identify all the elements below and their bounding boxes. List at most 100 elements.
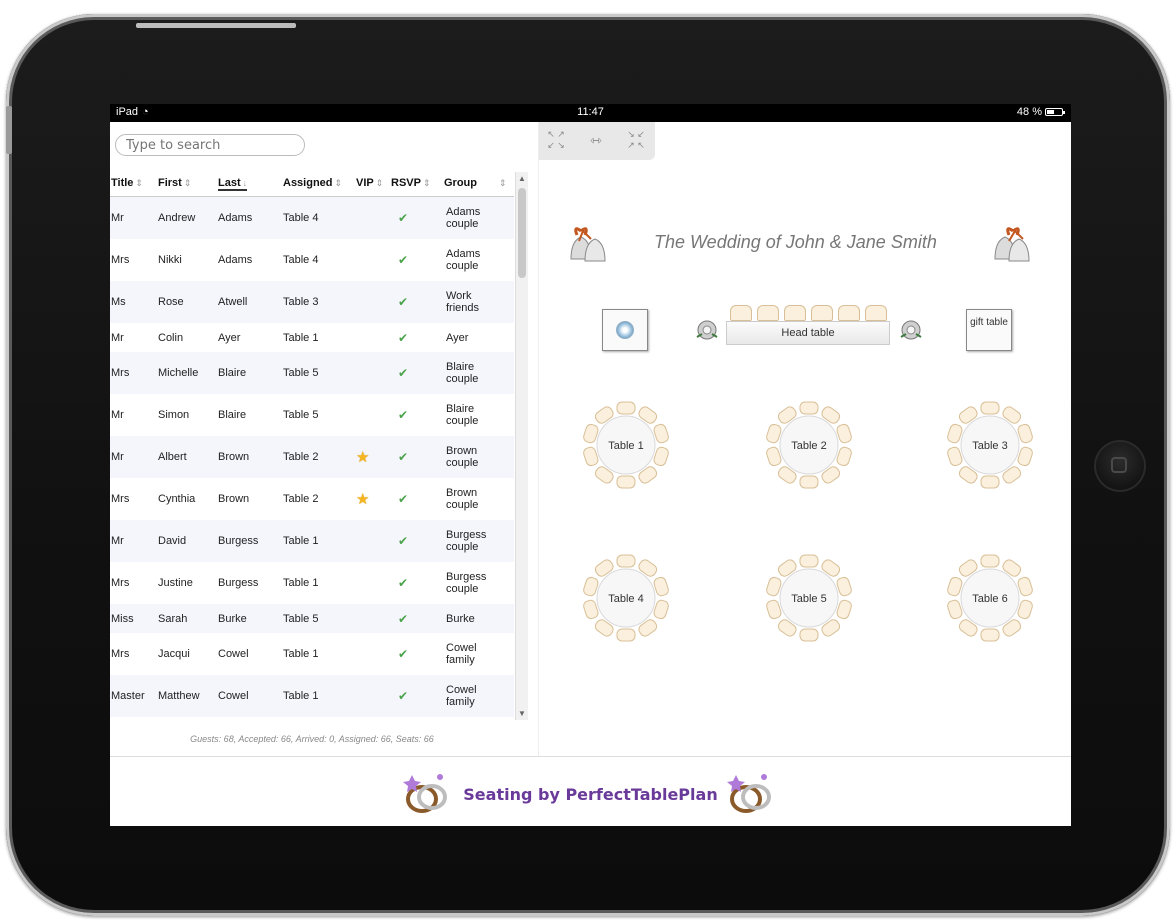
cell-assigned: Table 5 (283, 367, 319, 379)
seat[interactable] (836, 423, 853, 444)
seat[interactable] (616, 628, 636, 642)
table-row[interactable]: Mr Simon Blaire Table 5 ✔ Blaire couple (110, 394, 514, 436)
cell-last: Ayer (218, 331, 241, 344)
seat[interactable] (946, 423, 963, 444)
seat[interactable] (980, 401, 1000, 415)
table-row[interactable]: Mr David Burgess Table 1 ✔ Burgess couple (110, 520, 514, 562)
seat[interactable] (946, 599, 963, 620)
seat[interactable] (836, 446, 853, 467)
seat[interactable] (765, 423, 782, 444)
table-row[interactable]: Mr Colin Ayer Table 1 ✔ Ayer (110, 323, 514, 352)
column-rsvp[interactable]: RSVP ⇕ (391, 177, 431, 189)
round-table[interactable]: Table 6 (942, 550, 1038, 646)
column-assigned[interactable]: Assigned ⇕ (283, 177, 342, 189)
seat[interactable] (980, 554, 1000, 568)
scroll-down-icon[interactable]: ▼ (518, 709, 526, 718)
gift-table[interactable]: gift table (966, 309, 1012, 351)
seat[interactable] (653, 423, 670, 444)
seat[interactable] (653, 599, 670, 620)
round-table[interactable]: Table 3 (942, 397, 1038, 493)
seat[interactable] (765, 576, 782, 597)
seat[interactable] (616, 554, 636, 568)
seat[interactable] (1017, 576, 1034, 597)
table-row[interactable]: Mr Andrew Adams Table 4 ✔ Adams couple (110, 197, 514, 239)
seat[interactable] (582, 599, 599, 620)
cell-last: Cowel (218, 648, 249, 660)
seat[interactable] (653, 446, 670, 467)
seat[interactable] (582, 576, 599, 597)
seat[interactable] (836, 576, 853, 597)
seat[interactable] (582, 423, 599, 444)
seat[interactable] (799, 554, 819, 568)
column-group[interactable]: Group ⇕ (444, 177, 507, 189)
seat[interactable] (811, 305, 833, 321)
seat[interactable] (980, 628, 1000, 642)
seat[interactable] (653, 576, 670, 597)
seat[interactable] (765, 599, 782, 620)
table-row[interactable]: Mrs Michelle Blaire Table 5 ✔ Blaire couple (110, 352, 514, 394)
round-table[interactable]: Table 1 (578, 397, 674, 493)
column-first[interactable]: First ⇕ (158, 177, 191, 189)
cell-group: Brown couple (446, 445, 479, 469)
table-row[interactable]: Mrs Jacqui Cowel Table 1 ✔ Cowel family (110, 633, 514, 675)
seat[interactable] (946, 446, 963, 467)
seat[interactable] (616, 401, 636, 415)
round-table[interactable]: Table 4 (578, 550, 674, 646)
scroll-thumb[interactable] (518, 188, 526, 278)
table-row[interactable]: Mrs Nikki Adams Table 4 ✔ Adams couple (110, 239, 514, 281)
rsvp-check-icon: ✔ (398, 253, 409, 267)
rsvp-check-icon: ✔ (398, 295, 409, 309)
cell-assigned: Table 1 (283, 535, 319, 547)
split-view-icon[interactable]: ⇿ (583, 129, 609, 153)
round-table[interactable]: Table 2 (761, 397, 857, 493)
seat[interactable] (836, 599, 853, 620)
wedding-bells-icon (570, 227, 606, 262)
cell-assigned: Table 1 (283, 331, 319, 344)
table-row[interactable]: Mr Albert Brown Table 2 ★ ✔ Brown couple (110, 436, 514, 478)
column-last[interactable]: Last ↓ (218, 177, 248, 191)
seat[interactable] (799, 628, 819, 642)
column-title[interactable]: Title ⇕ (111, 177, 143, 189)
cell-last: Adams (218, 212, 253, 224)
scrollbar[interactable]: ▲ ▼ (515, 172, 528, 720)
seat[interactable] (765, 446, 782, 467)
zoom-fit-icon[interactable]: ↖ ↗ ↙ ↘ (543, 129, 569, 153)
seat[interactable] (865, 305, 887, 321)
seat[interactable] (838, 305, 860, 321)
cell-title: Mrs (111, 648, 130, 660)
cell-title: Master (111, 690, 145, 702)
table-row[interactable]: Mrs Cynthia Brown Table 2 ★ ✔ Brown couple (110, 478, 514, 520)
wedding-bells-icon (994, 227, 1030, 262)
seat[interactable] (1017, 446, 1034, 467)
zoom-in-icon[interactable]: ↘ ↙ ↗ ↖ (623, 129, 649, 153)
scroll-up-icon[interactable]: ▲ (518, 174, 526, 183)
cell-last: Burgess (218, 535, 259, 547)
side-switch (6, 106, 12, 154)
table-row[interactable]: Mrs Justine Burgess Table 1 ✔ Burgess couple (110, 562, 514, 604)
cell-group: Ayer (446, 331, 469, 344)
table-row[interactable]: Master Matthew Cowel Table 1 ✔ Cowel family (110, 675, 514, 717)
head-table[interactable]: Head table (726, 321, 890, 345)
cake-table[interactable] (602, 309, 648, 351)
seat[interactable] (799, 401, 819, 415)
cell-assigned: Table 2 (283, 451, 319, 463)
cell-first: Nikki (158, 254, 182, 266)
column-vip[interactable]: VIP ⇕ (356, 177, 383, 189)
seat[interactable] (946, 576, 963, 597)
seat[interactable] (582, 446, 599, 467)
cell-title: Miss (111, 612, 134, 625)
round-table[interactable]: Table 5 (761, 550, 857, 646)
table-row[interactable]: Ms Rose Atwell Table 3 ✔ Work friends (110, 281, 514, 323)
seat[interactable] (784, 305, 806, 321)
seat[interactable] (799, 475, 819, 489)
cell-assigned: Table 5 (283, 612, 319, 625)
seat[interactable] (730, 305, 752, 321)
seat[interactable] (1017, 423, 1034, 444)
search-input[interactable] (115, 134, 305, 156)
seat[interactable] (616, 475, 636, 489)
table-row[interactable]: Miss Sarah Burke Table 5 ✔ Burke (110, 604, 514, 633)
seat[interactable] (1017, 599, 1034, 620)
seat[interactable] (757, 305, 779, 321)
seat[interactable] (980, 475, 1000, 489)
home-button[interactable] (1094, 440, 1146, 492)
